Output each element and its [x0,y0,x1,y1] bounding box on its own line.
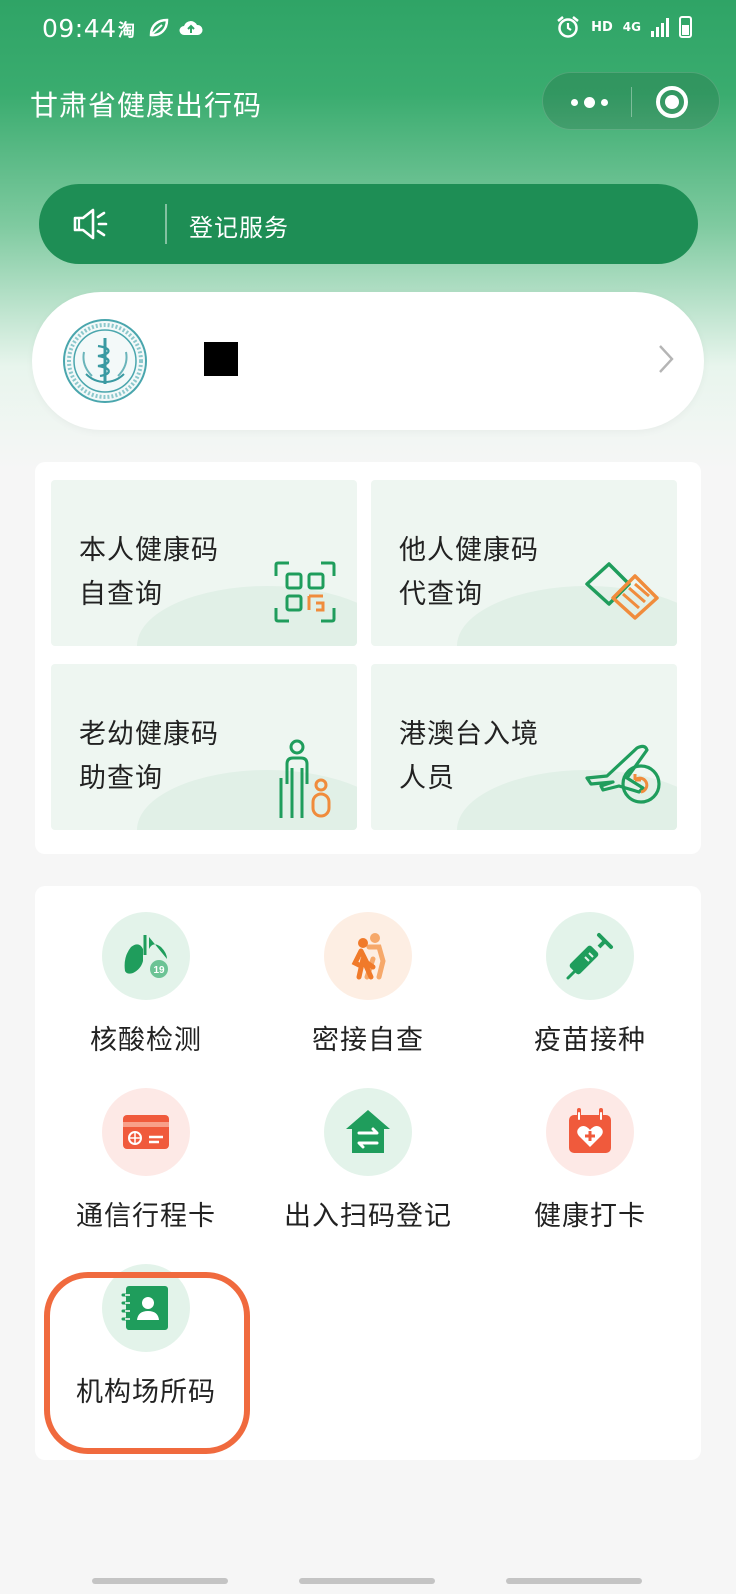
leaf-app-icon [149,18,169,37]
health-code-panel: 本人健康码 自查询 他人健康码 代查询 老幼健康码 助查询 港澳台入境 人员 [35,462,701,854]
calendar-heart-icon [569,1108,611,1153]
qr-scan-icon [274,561,336,623]
elder-child-icon [279,739,331,818]
chevron-right-icon [659,345,674,373]
status-right-group: HD 4G [555,14,692,40]
service-icon-circle [546,912,634,1000]
service-icon-circle [324,1088,412,1176]
service-nucleic-test[interactable]: 19 核酸检测 [35,912,257,1072]
tile-line2: 自查询 [79,579,163,610]
service-close-contact-check[interactable]: 密接自查 [257,912,479,1072]
svg-text:19: 19 [153,965,165,976]
status-bar: 09:44 淘 HD 4G [0,0,736,56]
banner-text: 登记服务 [189,214,289,242]
tile-line2: 助查询 [79,763,163,794]
capsule-divider [631,87,632,117]
tile-self-query[interactable]: 本人健康码 自查询 [51,480,357,646]
service-label: 出入扫码登记 [284,1201,452,1232]
travel-card-icon [123,1115,169,1149]
alarm-icon [557,16,579,38]
user-card[interactable] [32,292,704,430]
tile-line2: 代查询 [399,579,483,610]
gesture-bar-right [506,1578,642,1584]
service-icon-circle [102,1088,190,1176]
service-label: 密接自查 [312,1025,424,1056]
gesture-bar-center [299,1578,435,1584]
service-label: 核酸检测 [90,1025,202,1056]
service-icon-circle: 19 [102,912,190,1000]
tile-line1: 老幼健康码 [79,719,219,750]
tile-line1: 港澳台入境 [399,719,539,750]
tile-line1: 本人健康码 [79,535,219,566]
status-time: 09:44 [42,14,117,43]
gesture-bar-left [92,1578,228,1584]
tile-elder-child-query[interactable]: 老幼健康码 助查询 [51,664,357,830]
miniprogram-capsule [542,72,720,130]
service-icon-circle [546,1088,634,1176]
service-label: 通信行程卡 [76,1201,216,1232]
service-scan-register[interactable]: 出入扫码登记 [257,1088,479,1248]
service-icon-circle [324,912,412,1000]
service-label: 健康打卡 [534,1201,646,1232]
taobao-icon: 淘 [118,21,135,41]
service-vaccination[interactable]: 疫苗接种 [479,912,701,1072]
tile-hk-macao-taiwan[interactable]: 港澳台入境 人员 [371,664,677,830]
lungs-virus-icon: 19 [124,935,168,978]
user-name-redacted [204,342,238,376]
walking-people-icon [351,933,386,980]
tile-others-query[interactable]: 他人健康码 代查询 [371,480,677,646]
speaker-icon [73,208,108,240]
airplane-arrival-icon [585,744,661,804]
handshake-icon [585,562,659,620]
syringe-icon [566,933,613,980]
close-target-icon[interactable] [656,86,688,118]
network-type: 4G [622,20,641,34]
registration-service-banner[interactable]: 登记服务 [39,184,698,264]
signal-icon [651,17,669,37]
service-label: 疫苗接种 [534,1025,646,1056]
service-travel-card[interactable]: 通信行程卡 [35,1088,257,1248]
banner-divider [165,204,167,244]
tile-line2: 人员 [399,763,455,794]
more-dots-icon[interactable] [569,73,609,131]
hd-indicator: HD [591,19,613,35]
page-title: 甘肃省健康出行码 [30,89,263,122]
cloud-upload-icon [179,21,203,35]
highlight-annotation-ring [44,1272,250,1454]
health-commission-emblem [63,319,147,403]
tile-line1: 他人健康码 [399,535,539,566]
home-exchange-icon [346,1110,390,1153]
service-health-checkin[interactable]: 健康打卡 [479,1088,701,1248]
battery-icon [679,16,692,38]
